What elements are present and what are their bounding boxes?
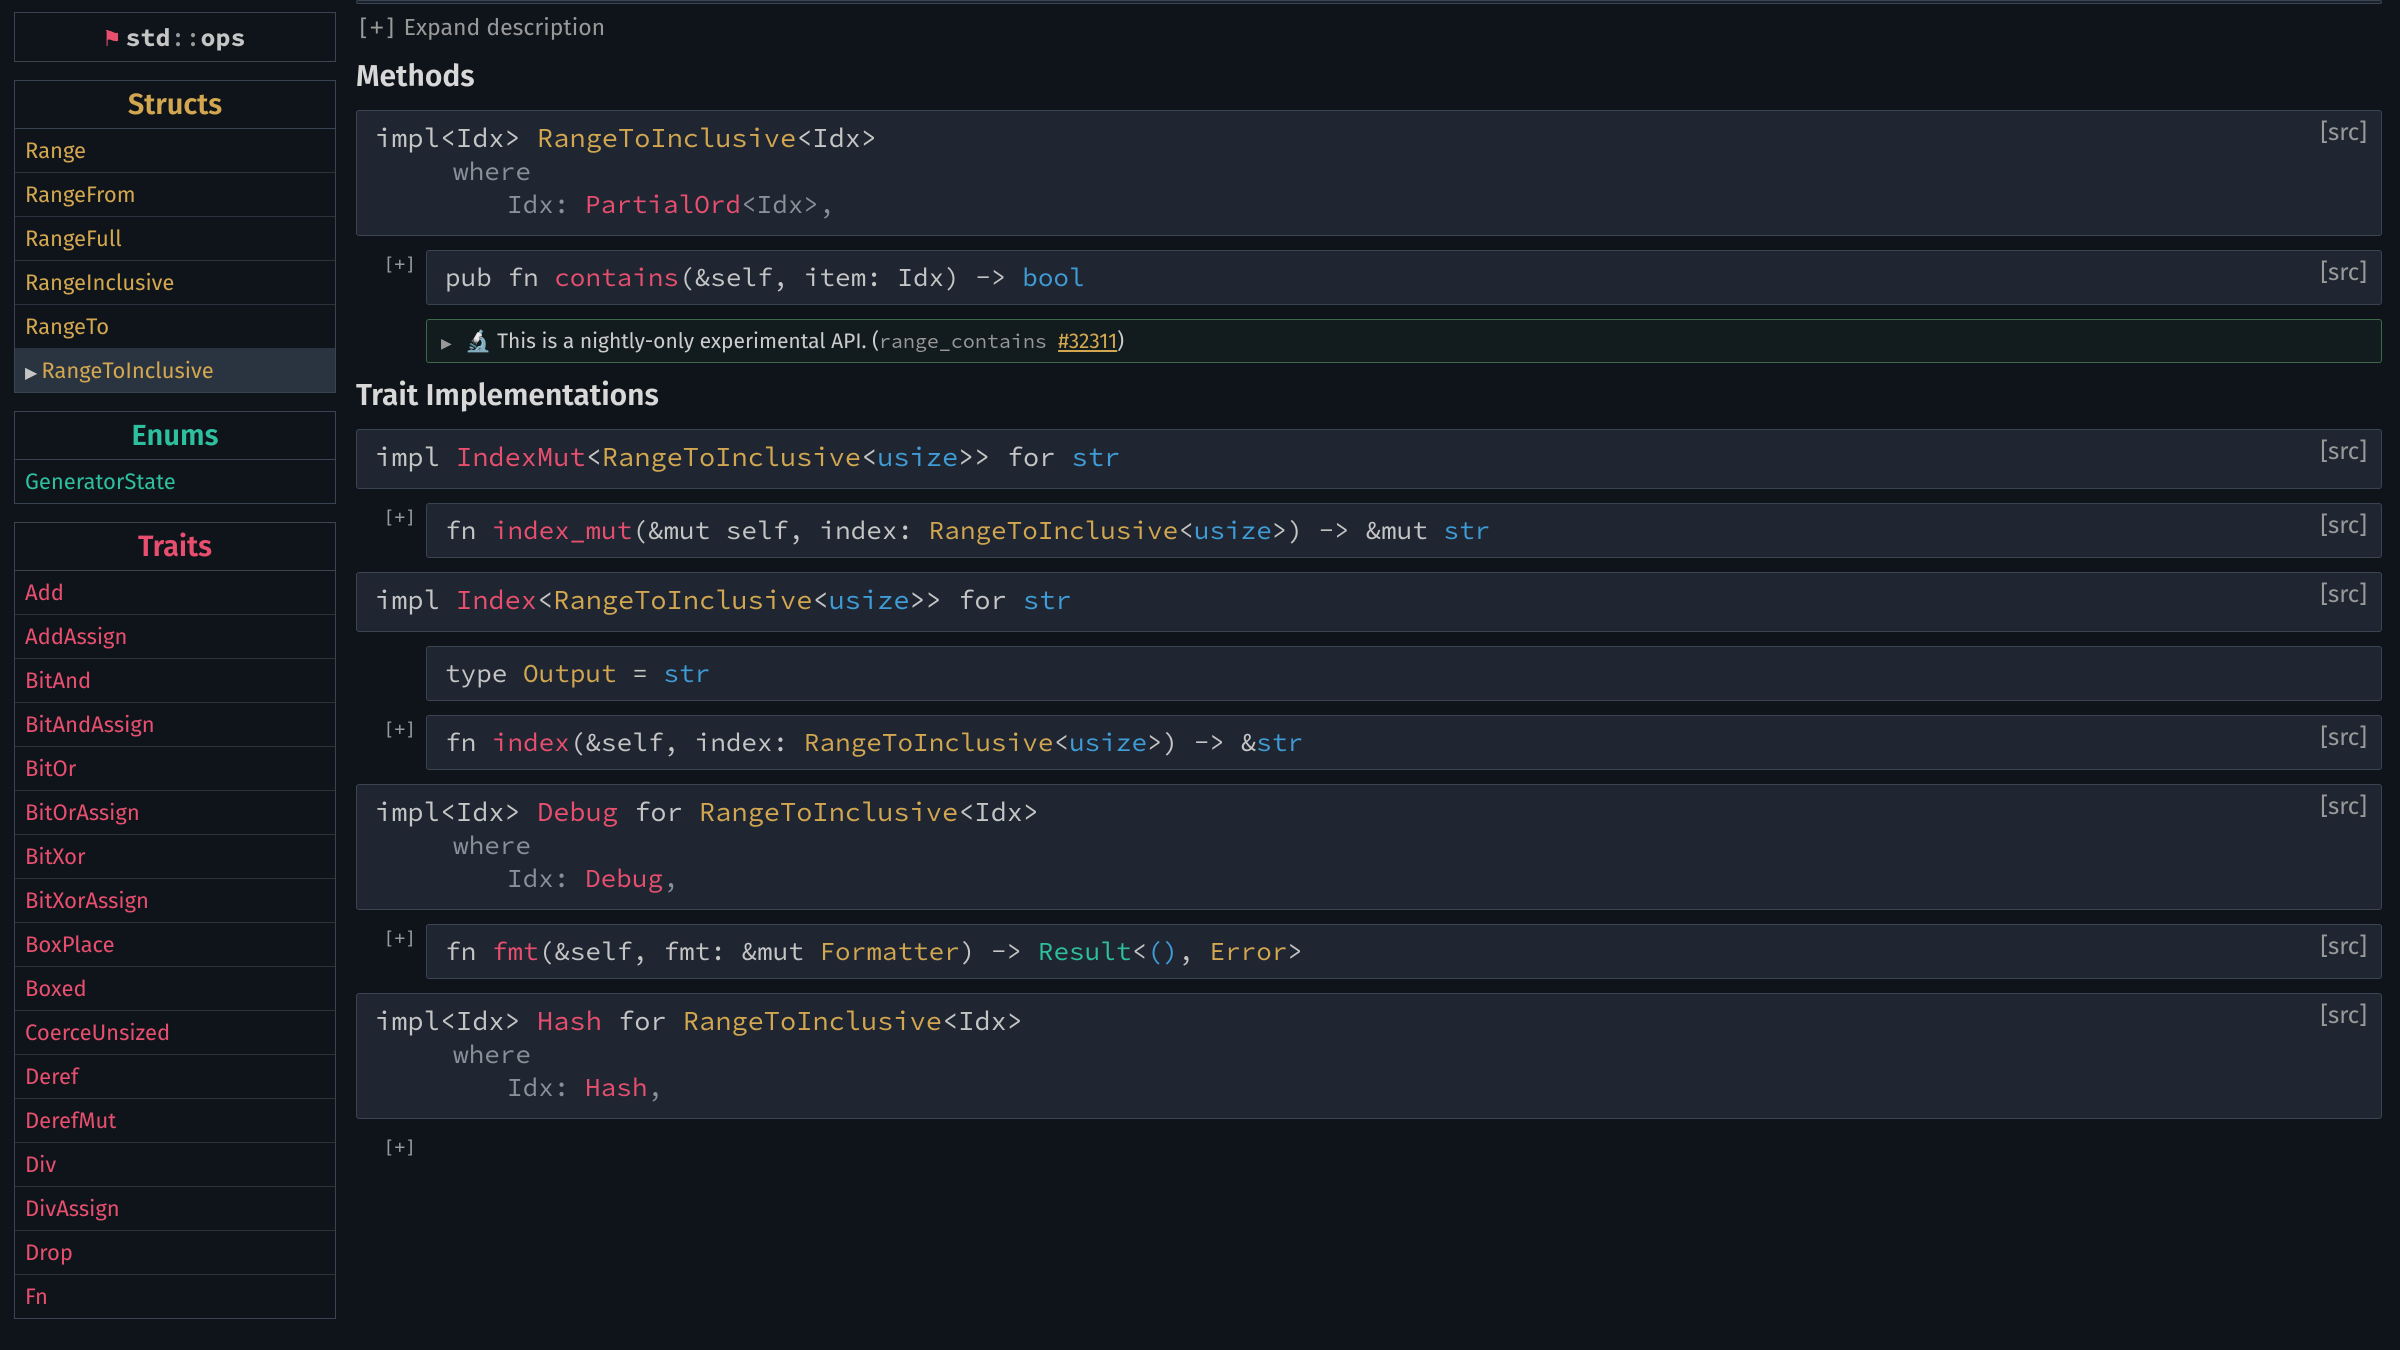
impl-debug: impl<Idx> Debug for RangeToInclusive<Idx… (356, 784, 2382, 910)
expand-toggle[interactable]: [+] (356, 503, 426, 528)
trait-impls-heading: Trait Implementations (356, 377, 2382, 413)
sidebar-item-derefmut[interactable]: DerefMut (15, 1098, 335, 1142)
sidebar-item-rangefrom[interactable]: RangeFrom (15, 172, 335, 216)
traits-list: AddAddAssignBitAndBitAndAssignBitOrBitOr… (14, 571, 336, 1319)
traits-header: Traits (14, 522, 336, 571)
disclosure-icon[interactable]: ▶ (441, 335, 452, 352)
sidebar-item-rangeto[interactable]: RangeTo (15, 304, 335, 348)
src-link[interactable]: [src] (2320, 438, 2367, 466)
sidebar-item-bitorassign[interactable]: BitOrAssign (15, 790, 335, 834)
module-name: ops (201, 21, 246, 53)
expand-toggle[interactable]: [+] (356, 715, 426, 740)
sidebar-item-fn[interactable]: Fn (15, 1274, 335, 1318)
flag-icon: ⚑ (104, 21, 119, 53)
method-index-mut: fn index_mut(&mut self, index: RangeToIn… (426, 503, 2382, 558)
tracking-issue-link[interactable]: #32311 (1058, 328, 1117, 354)
src-link[interactable]: [src] (2320, 724, 2367, 752)
sidebar-item-bitand[interactable]: BitAnd (15, 658, 335, 702)
expand-toggle[interactable]: [+] (356, 924, 426, 949)
lab-icon: 🔬 (465, 328, 491, 354)
sidebar-item-drop[interactable]: Drop (15, 1230, 335, 1274)
main-content: [+] Expand description Methods impl<Idx>… (350, 0, 2400, 1350)
enums-list: GeneratorState (14, 460, 336, 504)
expand-toggle[interactable]: [+] (356, 250, 426, 275)
impl-block-range-to-inclusive: impl<Idx> RangeToInclusive<Idx> where Id… (356, 110, 2382, 236)
src-link[interactable]: [src] (2320, 259, 2367, 287)
expand-description[interactable]: [+] Expand description (356, 14, 2382, 42)
sidebar-item-bitor[interactable]: BitOr (15, 746, 335, 790)
method-index: fn index(&self, index: RangeToInclusive<… (426, 715, 2382, 770)
src-link[interactable]: [src] (2320, 793, 2367, 821)
sidebar-item-rangefull[interactable]: RangeFull (15, 216, 335, 260)
sidebar-item-bitandassign[interactable]: BitAndAssign (15, 702, 335, 746)
stability-notice: ▶ 🔬 This is a nightly-only experimental … (426, 319, 2382, 363)
sidebar-item-coerceunsized[interactable]: CoerceUnsized (15, 1010, 335, 1054)
impl-index: impl Index<RangeToInclusive<usize>> for … (356, 572, 2382, 632)
structs-header: Structs (14, 80, 336, 129)
src-link[interactable]: [src] (2320, 512, 2367, 540)
impl-hash: impl<Idx> Hash for RangeToInclusive<Idx>… (356, 993, 2382, 1119)
sidebar-item-div[interactable]: Div (15, 1142, 335, 1186)
sidebar-item-boxed[interactable]: Boxed (15, 966, 335, 1010)
sidebar-item-rangetoinclusive[interactable]: ▶RangeToInclusive (15, 348, 335, 392)
top-rule (356, 0, 2382, 4)
src-link[interactable]: [src] (2320, 119, 2367, 147)
crate-name: std (126, 21, 171, 53)
method-contains: pub fn contains(&self, item: Idx) -> boo… (426, 250, 2382, 305)
impl-indexmut: impl IndexMut<RangeToInclusive<usize>> f… (356, 429, 2382, 489)
sidebar-item-rangeinclusive[interactable]: RangeInclusive (15, 260, 335, 304)
method-fmt: fn fmt(&self, fmt: &mut Formatter) -> Re… (426, 924, 2382, 979)
sidebar-item-add[interactable]: Add (15, 571, 335, 614)
sidebar-item-range[interactable]: Range (15, 129, 335, 172)
structs-list: RangeRangeFromRangeFullRangeInclusiveRan… (14, 129, 336, 393)
sidebar-item-generatorstate[interactable]: GeneratorState (15, 460, 335, 503)
sidebar-item-bitxorassign[interactable]: BitXorAssign (15, 878, 335, 922)
sidebar-item-bitxor[interactable]: BitXor (15, 834, 335, 878)
expand-toggle-icon[interactable]: [+] (356, 15, 398, 41)
sidebar-item-deref[interactable]: Deref (15, 1054, 335, 1098)
sidebar-item-boxplace[interactable]: BoxPlace (15, 922, 335, 966)
sidebar-item-addassign[interactable]: AddAssign (15, 614, 335, 658)
assoc-type-output: type Output = str (426, 646, 2382, 701)
methods-heading: Methods (356, 58, 2382, 94)
src-link[interactable]: [src] (2320, 1002, 2367, 1030)
enums-header: Enums (14, 411, 336, 460)
src-link[interactable]: [src] (2320, 581, 2367, 609)
sidebar-item-divassign[interactable]: DivAssign (15, 1186, 335, 1230)
expand-toggle[interactable]: [+] (356, 1133, 426, 1158)
src-link[interactable]: [src] (2320, 933, 2367, 961)
crate-path[interactable]: ⚑std::ops (14, 12, 336, 62)
sidebar: ⚑std::ops Structs RangeRangeFromRangeFul… (0, 0, 350, 1350)
